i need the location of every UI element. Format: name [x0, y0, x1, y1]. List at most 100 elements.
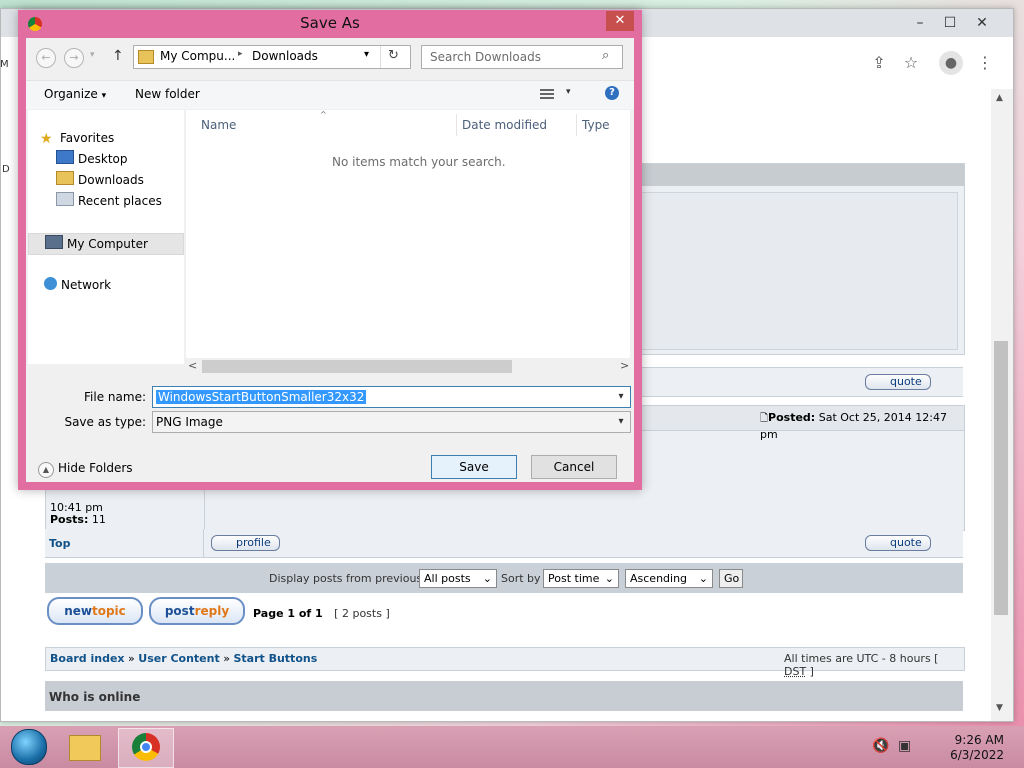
maximize-button[interactable]: ☐ — [935, 11, 965, 35]
back-button[interactable]: ← — [36, 48, 56, 68]
column-date-modified[interactable]: Date modified — [462, 118, 547, 132]
help-icon[interactable]: ? — [605, 86, 619, 100]
clock-time: 9:26 AM — [954, 733, 1004, 747]
collapse-icon: ▲ — [38, 462, 54, 478]
address-bar[interactable]: My Compu... ▸ Downloads ▾ ↻ — [133, 45, 411, 69]
nav-recent-places[interactable]: Recent places — [56, 191, 162, 211]
save-type-select[interactable]: PNG Image ▾ — [152, 411, 631, 433]
quote-button-2[interactable]: quote — [865, 535, 931, 551]
breadcrumb-start-buttons[interactable]: Start Buttons — [233, 652, 317, 665]
taskbar-chrome[interactable] — [118, 728, 174, 768]
horizontal-scroll-thumb[interactable] — [202, 360, 512, 373]
dialog-title: Save As — [300, 14, 360, 32]
column-type[interactable]: Type — [582, 118, 610, 132]
new-topic-button[interactable]: newtopic — [47, 597, 143, 625]
pagination: Page 1 of 1 [ 2 posts ] — [253, 607, 390, 620]
view-dropdown-icon[interactable]: ▾ — [566, 87, 571, 97]
bookmark-star-icon[interactable]: ☆ — [899, 51, 923, 75]
new-folder-button[interactable]: New folder — [135, 87, 200, 101]
menu-icon[interactable]: ⋮ — [973, 51, 997, 75]
scroll-left-icon[interactable]: < — [188, 359, 197, 372]
breadcrumb-downloads[interactable]: Downloads — [252, 49, 318, 63]
column-name[interactable]: Name — [201, 118, 236, 132]
scroll-up-icon[interactable]: ▲ — [996, 93, 1003, 103]
chevron-down-icon[interactable]: ▾ — [614, 412, 628, 432]
chevron-down-icon: ▾ — [101, 91, 107, 101]
refresh-icon[interactable]: ↻ — [388, 48, 399, 63]
file-name-input[interactable]: WindowsStartButtonSmaller32x32 ▾ — [152, 386, 631, 408]
nav-favorites[interactable]: ★ Favorites — [40, 128, 114, 148]
dialog-close-button[interactable]: ✕ — [606, 11, 634, 31]
navigation-pane: ★ Favorites Desktop Downloads Recent plac… — [28, 110, 184, 364]
timezone-info: All times are UTC - 8 hours [ DST ] — [784, 652, 939, 678]
start-button[interactable] — [2, 728, 56, 766]
nav-desktop[interactable]: Desktop — [56, 149, 128, 169]
chevron-down-icon[interactable]: ▾ — [614, 387, 628, 407]
page-scrollbar[interactable]: ▲ ▼ — [991, 89, 1013, 721]
network-icon[interactable]: ▣ — [898, 738, 911, 754]
nav-downloads[interactable]: Downloads — [56, 170, 144, 190]
sort-select[interactable]: Post time ⌄ — [543, 569, 619, 588]
share-icon[interactable]: ⇪ — [867, 51, 891, 75]
clock[interactable]: 9:26 AM 6/3/2022 — [940, 733, 1004, 763]
taskbar: 🔇 ▣ 9:26 AM 6/3/2022 — [0, 726, 1024, 768]
profile-avatar-icon[interactable]: ● — [939, 51, 963, 75]
scroll-down-icon[interactable]: ▼ — [996, 703, 1003, 713]
nav-network[interactable]: Network — [44, 275, 111, 295]
start-orb-icon — [11, 729, 47, 765]
profile-button[interactable]: profile — [211, 535, 280, 551]
computer-icon — [45, 235, 63, 249]
volume-muted-icon[interactable]: 🔇 — [872, 738, 889, 754]
breadcrumb-my-computer[interactable]: My Compu... — [160, 49, 235, 63]
cancel-button[interactable]: Cancel — [531, 455, 617, 479]
nav-my-computer[interactable]: My Computer — [45, 234, 148, 254]
sort-label: Sort by — [501, 572, 541, 585]
file-name-value: WindowsStartButtonSmaller32x32 — [156, 390, 367, 404]
search-input[interactable]: Search Downloads ⌕ — [421, 45, 623, 69]
sort-indicator-icon: ^ — [320, 110, 327, 119]
view-options-icon[interactable] — [540, 87, 556, 101]
network-icon — [44, 277, 57, 290]
chevron-down-icon[interactable]: ▾ — [364, 49, 369, 60]
order-select[interactable]: Ascending ⌄ — [625, 569, 713, 588]
save-type-label: Save as type: — [64, 415, 146, 429]
up-button[interactable]: ↑ — [112, 48, 124, 64]
search-icon[interactable]: ⌕ — [602, 48, 609, 63]
chevron-down-icon: ⌄ — [482, 572, 492, 585]
hide-folders-button[interactable]: ▲ Hide Folders — [38, 461, 133, 478]
recent-locations-button[interactable]: ▾ — [90, 50, 95, 60]
horizontal-scrollbar[interactable]: < > — [186, 358, 630, 375]
top-link[interactable]: Top — [49, 537, 70, 550]
empty-message: No items match your search. — [332, 155, 506, 169]
display-options-bar: Display posts from previous: All posts ⌄ … — [45, 563, 963, 593]
star-icon: ★ — [40, 131, 53, 147]
recent-places-icon — [56, 192, 74, 206]
save-as-dialog: Save As ✕ ← → ▾ ↑ My Compu... ▸ Download… — [18, 10, 642, 490]
display-select[interactable]: All posts ⌄ — [419, 569, 497, 588]
folder-icon — [138, 50, 154, 64]
organize-button[interactable]: Organize ▾ — [44, 87, 106, 101]
scroll-thumb[interactable] — [994, 341, 1008, 615]
forward-button[interactable]: → — [64, 48, 84, 68]
taskbar-file-explorer[interactable] — [58, 728, 112, 766]
column-divider — [576, 114, 577, 136]
chrome-icon — [132, 733, 160, 761]
second-post-footer: Top profile quote — [45, 529, 963, 558]
scroll-right-icon[interactable]: > — [620, 359, 629, 372]
folder-icon — [69, 735, 101, 761]
downloads-folder-icon — [56, 171, 74, 185]
dialog-body: ← → ▾ ↑ My Compu... ▸ Downloads ▾ ↻ Sear… — [26, 38, 634, 482]
minimize-button[interactable]: – — [905, 11, 935, 35]
quote-button[interactable]: quote — [865, 374, 931, 390]
author-info: 10:41 pm Posts: 11 — [50, 501, 106, 526]
desktop-edge-letter: D — [2, 164, 10, 175]
close-button[interactable]: ✕ — [967, 11, 997, 35]
save-button[interactable]: Save — [431, 455, 517, 479]
breadcrumb: Board index » User Content » Start Butto… — [45, 647, 965, 678]
breadcrumb-user-content[interactable]: User Content — [138, 652, 219, 665]
who-online-title: Who is online — [49, 690, 141, 704]
nav-my-computer-row[interactable]: My Computer — [28, 233, 184, 255]
breadcrumb-board-index[interactable]: Board index — [50, 652, 125, 665]
go-button[interactable]: Go — [719, 569, 743, 588]
post-reply-button[interactable]: postreply — [149, 597, 245, 625]
